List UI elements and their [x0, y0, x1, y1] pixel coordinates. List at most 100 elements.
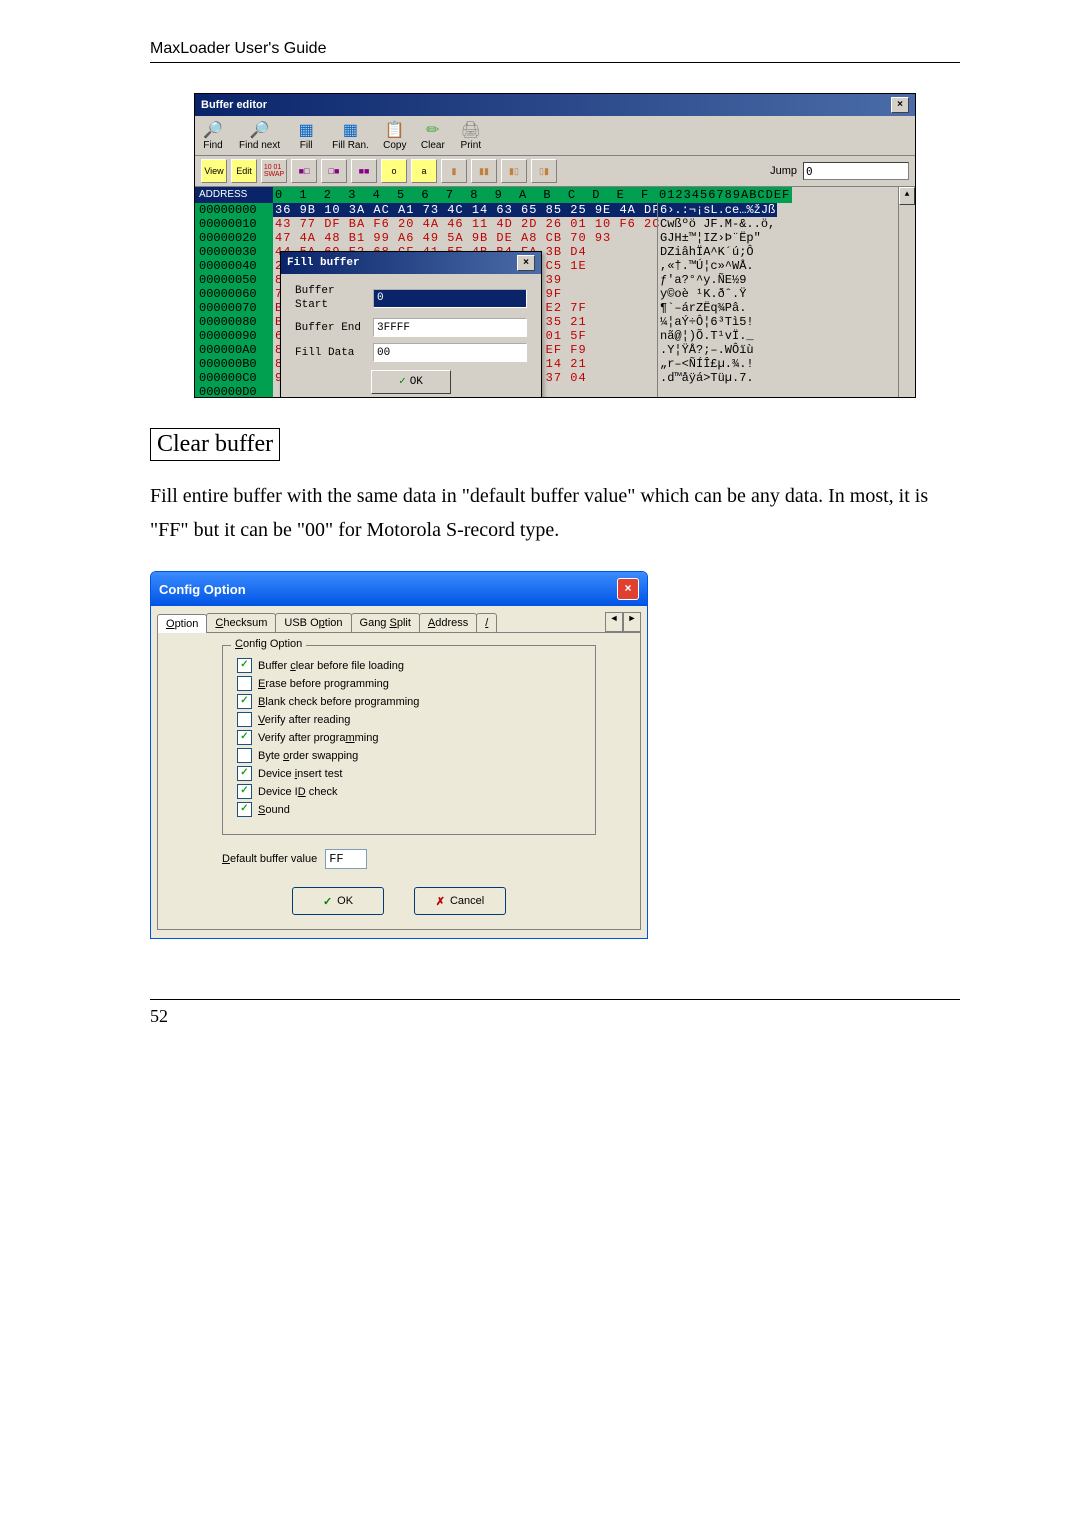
config-check-row[interactable]: ✓Buffer clear before file loading — [237, 658, 581, 673]
config-check-row[interactable]: ✓Verify after programming — [237, 730, 581, 745]
find-next-button[interactable]: 🔎Find next — [239, 120, 280, 151]
config-check-row[interactable]: ✓Device insert test — [237, 766, 581, 781]
edit-button[interactable]: Edit — [231, 159, 257, 183]
fill-random-button[interactable]: ▦Fill Ran. — [332, 120, 369, 151]
address-cell: 00000010 — [195, 217, 273, 231]
vertical-scrollbar[interactable]: ▲ — [898, 187, 915, 397]
config-cancel-button[interactable]: ✗Cancel — [414, 887, 506, 915]
jump-input[interactable] — [803, 162, 909, 180]
checkbox[interactable]: ✓ — [237, 694, 252, 709]
hex-row[interactable]: 0000002047 4A 48 B1 99 A6 49 5A 9B DE A8… — [195, 231, 915, 245]
check-icon: ✓ — [399, 375, 406, 389]
fill-button[interactable]: ▦Fill — [294, 120, 318, 151]
checkbox-label: Blank check before programming — [258, 696, 419, 708]
ascii-text: 6›.:¬¡sL.ce…%žJß — [657, 203, 777, 217]
buffer-end-input[interactable] — [373, 318, 527, 337]
view-button[interactable]: View — [201, 159, 227, 183]
address-cell: 000000B0 — [195, 357, 273, 371]
tab-option[interactable]: Option — [157, 614, 207, 633]
printer-icon: 🖨 — [459, 120, 483, 140]
tab-gang-split[interactable]: Gang Split — [351, 613, 420, 632]
fill-dialog-titlebar[interactable]: Fill buffer × — [281, 252, 541, 274]
tab-checksum[interactable]: Checksum — [206, 613, 276, 632]
ascii-text: ,«†.™Ú¦c»^WÅ. — [657, 259, 756, 273]
x-icon: ✗ — [436, 895, 445, 908]
fill-icon: ▦ — [294, 120, 318, 140]
dword-button[interactable]: ■■ — [351, 159, 377, 183]
tab-option-label: ption — [175, 618, 199, 630]
ascii-text: y©oè ¹K.ðˆ.Ÿ — [657, 287, 748, 301]
clear-button[interactable]: ✏Clear — [421, 120, 445, 151]
config-check-row[interactable]: ✓Device ID check — [237, 784, 581, 799]
scroll-up-icon[interactable]: ▲ — [899, 187, 915, 205]
checkbox-label: Verify after reading — [258, 714, 350, 726]
ok-label: OK — [410, 375, 423, 389]
hex-row[interactable]: 0000000036 9B 10 3A AC A1 73 4C 14 63 65… — [195, 203, 915, 217]
split2-button[interactable]: ▮▮ — [471, 159, 497, 183]
split1-button[interactable]: ▮ — [441, 159, 467, 183]
hex-bytes[interactable]: 47 4A 48 B1 99 A6 49 5A 9B DE A8 CB 70 9… — [273, 231, 657, 245]
copy-button[interactable]: 📋Copy — [383, 120, 407, 151]
swap-button[interactable]: 10 01SWAP — [261, 159, 287, 183]
checkbox-label: Byte order swapping — [258, 750, 358, 762]
checkbox-label: Sound — [258, 804, 290, 816]
toolbar-secondary: View Edit 10 01SWAP ■□ □■ ■■ o a ▮ ▮▮ ▮▯… — [195, 156, 915, 187]
hex-bytes[interactable]: 43 77 DF BA F6 20 4A 46 11 4D 2D 26 01 1… — [273, 217, 657, 231]
tab-address-label: ddress — [435, 617, 468, 629]
check-icon: ✓ — [323, 895, 332, 908]
checkbox[interactable]: ✓ — [237, 784, 252, 799]
doc-header: MaxLoader User's Guide — [150, 40, 960, 58]
ascii-text: ¶`–árZËq¾­Pâ. — [657, 301, 748, 315]
word-button[interactable]: □■ — [321, 159, 347, 183]
config-check-row[interactable]: ✓ Blank check before programming — [237, 694, 581, 709]
byte-button[interactable]: ■□ — [291, 159, 317, 183]
checkbox[interactable]: ✓ — [237, 802, 252, 817]
copy-icon: 📋 — [383, 120, 407, 140]
tab-usb-option[interactable]: USB Option — [275, 613, 351, 632]
checkbox[interactable] — [237, 676, 252, 691]
clear-label: Clear — [421, 140, 445, 151]
tab-extra[interactable]: / — [476, 613, 497, 632]
config-check-row[interactable]: Verify after reading — [237, 712, 581, 727]
config-tabs: Option Checksum USB Option Gang Split Ad… — [151, 606, 647, 632]
checkbox[interactable]: ✓ — [237, 730, 252, 745]
config-check-row[interactable]: ✓ Sound — [237, 802, 581, 817]
tab-nav-right[interactable]: ► — [623, 612, 641, 632]
split4-button[interactable]: ▯▮ — [531, 159, 557, 183]
config-check-row[interactable]: Byte order swapping — [237, 748, 581, 763]
default-buffer-input[interactable] — [325, 849, 367, 869]
btn-o[interactable]: o — [381, 159, 407, 183]
checkbox[interactable]: ✓ — [237, 766, 252, 781]
config-titlebar[interactable]: Config Option × — [151, 572, 647, 606]
config-ok-button[interactable]: ✓OK — [292, 887, 384, 915]
config-panel: Config Option ✓Buffer clear before file … — [157, 632, 641, 930]
address-cell: 00000090 — [195, 329, 273, 343]
checkbox[interactable] — [237, 712, 252, 727]
checkbox[interactable] — [237, 748, 252, 763]
hex-row[interactable]: 0000001043 77 DF BA F6 20 4A 46 11 4D 2D… — [195, 217, 915, 231]
ascii-text: Cwßºö JF.M-&..ö, — [657, 217, 777, 231]
buffer-start-input[interactable] — [373, 289, 527, 308]
print-button[interactable]: 🖨Print — [459, 120, 483, 151]
address-cell: 00000050 — [195, 273, 273, 287]
address-cell: 00000000 — [195, 203, 273, 217]
checkbox[interactable]: ✓ — [237, 658, 252, 673]
hex-column-header: 0 1 2 3 4 5 6 7 8 9 A B C D E F — [273, 187, 657, 203]
ascii-column-header: 0123456789ABCDEF — [657, 187, 792, 203]
close-icon[interactable]: × — [517, 255, 535, 271]
close-icon[interactable]: × — [617, 578, 639, 600]
close-icon[interactable]: × — [891, 97, 909, 113]
hex-area[interactable]: ADDRESS 0 1 2 3 4 5 6 7 8 9 A B C D E F … — [195, 187, 915, 397]
buffer-editor-titlebar[interactable]: Buffer editor × — [195, 94, 915, 116]
tab-nav-left[interactable]: ◄ — [605, 612, 623, 632]
split3-button[interactable]: ▮▯ — [501, 159, 527, 183]
config-check-row[interactable]: Erase before programming — [237, 676, 581, 691]
fill-data-input[interactable] — [373, 343, 527, 362]
address-cell: 00000040 — [195, 259, 273, 273]
body-paragraph: Fill entire buffer with the same data in… — [150, 479, 960, 547]
find-button[interactable]: 🔎Find — [201, 120, 225, 151]
fill-ok-button[interactable]: ✓ OK — [371, 370, 451, 394]
hex-bytes[interactable]: 36 9B 10 3A AC A1 73 4C 14 63 65 85 25 9… — [273, 203, 657, 217]
btn-a[interactable]: a — [411, 159, 437, 183]
tab-address[interactable]: Address — [419, 613, 477, 632]
